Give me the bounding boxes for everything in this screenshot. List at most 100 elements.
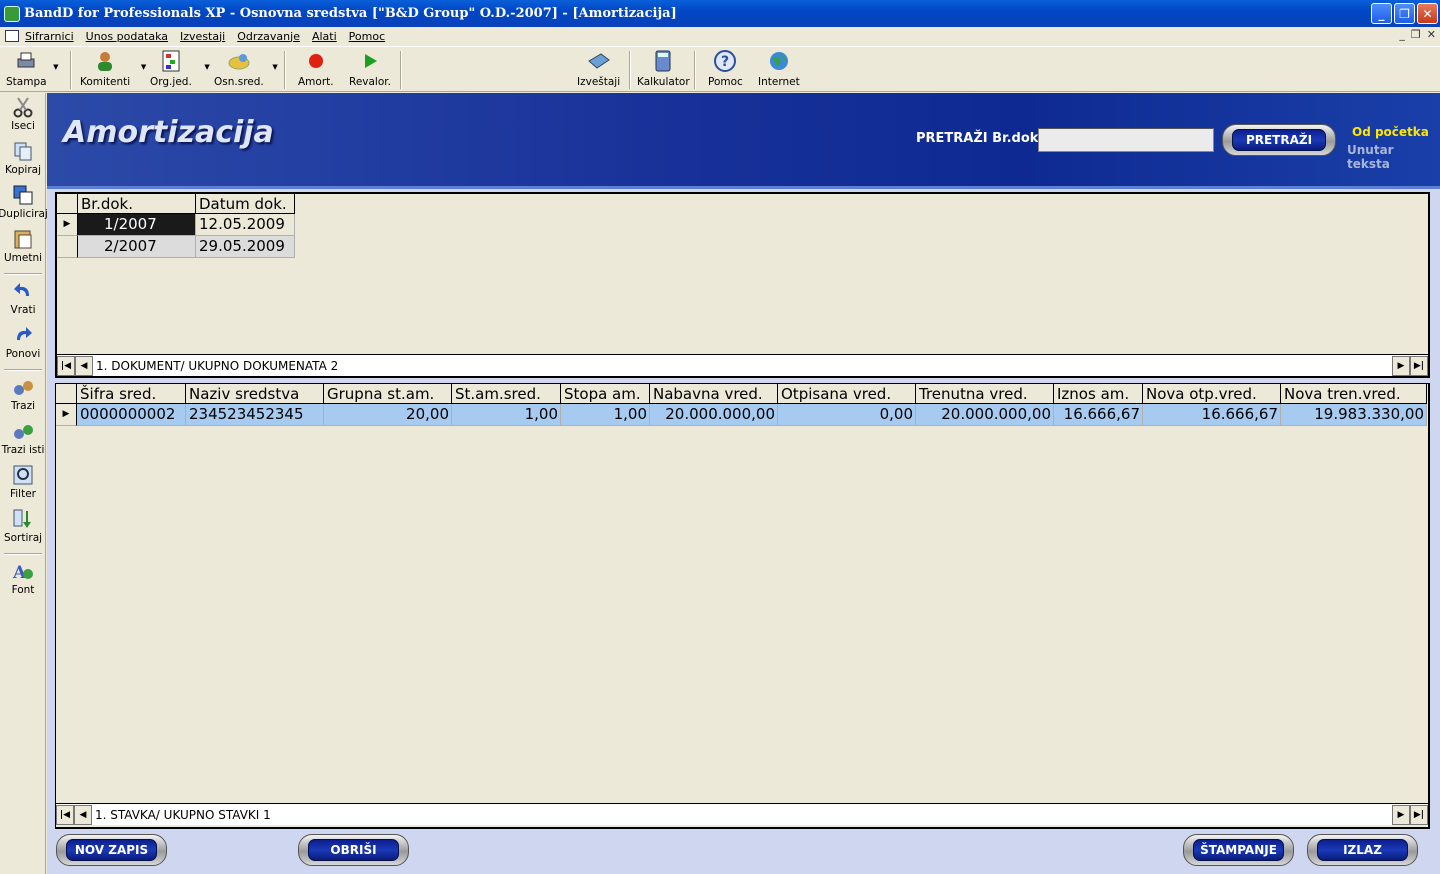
search-label: PRETRAŽI Br.dok. (916, 131, 1044, 146)
stampa-button[interactable]: Stampa ▼ (6, 49, 59, 88)
search-input[interactable] (1038, 128, 1214, 152)
column-header[interactable]: Nabavna vred. (650, 384, 778, 404)
izvestaji-button[interactable]: Izveštaji (577, 49, 620, 88)
search-option-in-text[interactable]: Unutar teksta (1347, 143, 1440, 171)
delete-button[interactable]: OBRIŠI (298, 834, 409, 866)
redo-icon (11, 323, 35, 347)
duplicate-icon (11, 183, 35, 207)
chevron-down-icon[interactable]: ▼ (141, 63, 146, 71)
menu-izvestaji[interactable]: Izvestaji (180, 30, 225, 43)
osnsred-button[interactable]: Osn.sred. ▼ (214, 49, 278, 88)
column-header[interactable]: Grupna st.am. (324, 384, 452, 404)
table-cell[interactable]: 1,00 (561, 404, 650, 426)
column-header[interactable]: Otpisana vred. (778, 384, 916, 404)
chevron-down-icon[interactable]: ▼ (272, 63, 277, 71)
column-header[interactable]: Nova otp.vred. (1143, 384, 1281, 404)
table-cell[interactable]: 12.05.2009 (196, 214, 295, 236)
table-row[interactable]: ▶ 1/2007 12.05.2009 (57, 214, 295, 236)
table-row[interactable]: ▶ 0000000002 234523452345 20,00 1,00 1,0… (56, 404, 1427, 426)
column-header[interactable]: Iznos am. (1054, 384, 1143, 404)
last-record-icon[interactable]: ▶| (1410, 804, 1428, 825)
filter-button[interactable]: Filter (0, 463, 46, 500)
last-record-icon[interactable]: ▶| (1410, 355, 1428, 376)
table-cell[interactable]: 0000000002 (77, 404, 186, 426)
column-header[interactable]: Šifra sred. (77, 384, 186, 404)
table-cell[interactable]: 234523452345 (186, 404, 324, 426)
minimize-button[interactable]: _ (1371, 3, 1392, 24)
table-cell[interactable]: 2/2007 (78, 236, 196, 258)
column-header[interactable]: Datum dok. (196, 194, 295, 214)
iseci-button[interactable]: Iseci (0, 95, 46, 132)
prev-record-icon[interactable]: ◀ (75, 355, 93, 376)
table-cell[interactable]: 29.05.2009 (196, 236, 295, 258)
help-icon: ? (713, 49, 737, 73)
undo-icon (11, 279, 35, 303)
trazi-button[interactable]: Trazi (0, 375, 46, 412)
report-icon (587, 49, 611, 73)
column-header[interactable]: Br.dok. (78, 194, 196, 214)
search-button[interactable]: PRETRAŽI (1222, 124, 1336, 156)
prev-record-icon[interactable]: ◀ (74, 804, 92, 825)
internet-button[interactable]: Internet (758, 49, 800, 88)
org-chart-icon (159, 49, 183, 73)
sortiraj-button[interactable]: Sortiraj (0, 507, 46, 544)
exit-button[interactable]: IZLAZ (1307, 834, 1418, 866)
font-button[interactable]: A Font (0, 559, 46, 596)
person-icon (93, 49, 117, 73)
table-cell[interactable]: 1/2007 (78, 214, 196, 236)
title-bar[interactable]: BandD for Professionals XP - Osnovna sre… (0, 0, 1440, 27)
chevron-down-icon[interactable]: ▼ (53, 63, 58, 71)
pomoc-button[interactable]: ? Pomoc (708, 49, 743, 88)
revalor-button[interactable]: Revalor. (349, 49, 391, 88)
mdi-minimize-icon[interactable]: _ (1399, 28, 1405, 41)
search-option-from-start[interactable]: Od početka (1352, 125, 1429, 139)
trazi-isti-button[interactable]: Trazi isti (0, 419, 46, 456)
table-cell[interactable]: 0,00 (778, 404, 916, 426)
column-header[interactable]: St.am.sred. (452, 384, 561, 404)
column-header[interactable]: Nova tren.vred. (1281, 384, 1427, 404)
mdi-restore-icon[interactable]: ❐ (1411, 28, 1421, 41)
dupliciraj-button[interactable]: Dupliciraj (0, 183, 48, 220)
table-cell[interactable]: 20,00 (324, 404, 452, 426)
close-button[interactable]: ✕ (1417, 3, 1438, 24)
first-record-icon[interactable]: |◀ (57, 355, 75, 376)
kopiraj-button[interactable]: Kopiraj (0, 139, 46, 176)
column-header[interactable]: Trenutna vred. (916, 384, 1054, 404)
column-header[interactable]: Stopa am. (561, 384, 650, 404)
table-cell[interactable]: 16.666,67 (1143, 404, 1281, 426)
print-button[interactable]: ŠTAMPANJE (1183, 834, 1294, 866)
first-record-icon[interactable]: |◀ (56, 804, 74, 825)
new-record-button[interactable]: NOV ZAPIS (56, 834, 167, 866)
table-cell[interactable]: 20.000.000,00 (650, 404, 778, 426)
table-cell[interactable]: 1,00 (452, 404, 561, 426)
play-icon (358, 49, 382, 73)
menu-odrzavanje[interactable]: Odrzavanje (237, 30, 300, 43)
main-area: Amortizacija PRETRAŽI Br.dok. PRETRAŽI O… (47, 93, 1440, 874)
table-cell[interactable]: 20.000.000,00 (916, 404, 1054, 426)
next-record-icon[interactable]: ▶ (1392, 804, 1410, 825)
menu-alati[interactable]: Alati (312, 30, 337, 43)
next-record-icon[interactable]: ▶ (1392, 355, 1410, 376)
menu-pomoc[interactable]: Pomoc (349, 30, 385, 43)
copy-icon (11, 139, 35, 163)
vrati-button[interactable]: Vrati (0, 279, 46, 316)
komitenti-button[interactable]: Komitenti ▼ (80, 49, 146, 88)
red-dot-icon (304, 49, 328, 73)
table-cell[interactable]: 16.666,67 (1054, 404, 1143, 426)
sort-icon (11, 507, 35, 531)
amort-button[interactable]: Amort. (298, 49, 334, 88)
ponovi-button[interactable]: Ponovi (0, 323, 46, 360)
kalkulator-button[interactable]: Kalkulator (637, 49, 690, 88)
orgjed-button[interactable]: Org.jed. ▼ (150, 49, 210, 88)
table-row[interactable]: 2/2007 29.05.2009 (57, 236, 295, 258)
svg-text:?: ? (721, 54, 729, 70)
menu-unos-podataka[interactable]: Unos podataka (86, 30, 168, 43)
column-header[interactable]: Naziv sredstva (186, 384, 324, 404)
menu-sifrarnici[interactable]: Sifrarnici (25, 30, 74, 43)
table-cell[interactable]: 19.983.330,00 (1281, 404, 1427, 426)
globe-icon (767, 49, 791, 73)
mdi-close-icon[interactable]: ✕ (1427, 28, 1436, 41)
restore-button[interactable]: ❐ (1394, 3, 1415, 24)
umetni-button[interactable]: Umetni (0, 227, 46, 264)
chevron-down-icon[interactable]: ▼ (204, 63, 209, 71)
